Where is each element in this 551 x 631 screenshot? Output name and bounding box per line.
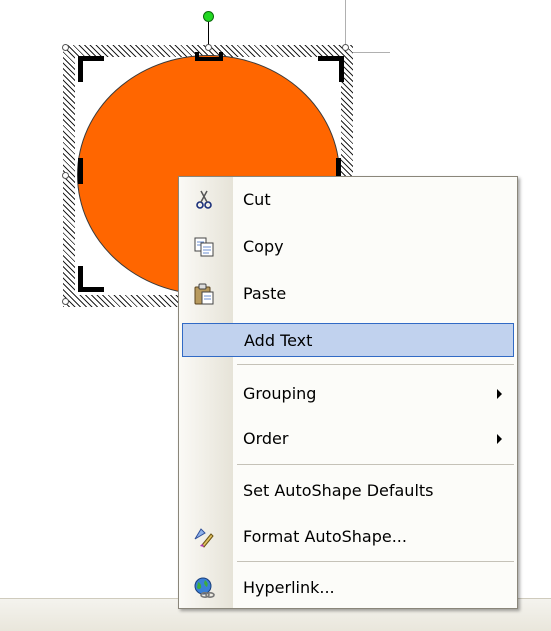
menu-item-label: Grouping [243,384,317,403]
crop-handle-left[interactable] [78,158,83,184]
menu-item-add-text[interactable]: Add Text [182,323,514,357]
menu-item-label: Set AutoShape Defaults [243,481,434,500]
menu-item-paste[interactable]: Paste [182,277,514,311]
menu-separator [237,464,514,465]
menu-item-order[interactable]: Order [182,422,514,456]
menu-item-label: Format AutoShape... [243,527,407,546]
menu-item-copy[interactable]: Copy [182,230,514,264]
crop-handle-top-right[interactable] [318,56,344,82]
hyperlink-globe-icon [192,576,216,600]
menu-item-label: Order [243,429,289,448]
menu-item-hyperlink[interactable]: Hyperlink... [182,571,514,605]
submenu-arrow-icon [497,434,502,444]
crop-handle-top-left[interactable] [78,56,104,82]
context-menu: Cut Copy Paste Add Text Grouping Order S… [178,176,518,609]
sizing-handle-bottom-left[interactable] [62,298,69,305]
sizing-handle-top-left[interactable] [62,44,69,51]
menu-item-label: Cut [243,190,271,209]
crop-handle-bottom-left[interactable] [78,266,104,292]
menu-item-set-autoshape-defaults[interactable]: Set AutoShape Defaults [182,474,514,508]
submenu-arrow-icon [497,389,502,399]
copy-icon [192,235,216,259]
menu-separator [237,364,514,365]
document-canvas: Cut Copy Paste Add Text Grouping Order S… [0,0,551,631]
sizing-handle-left[interactable] [62,172,69,179]
scissors-icon [192,188,216,212]
menu-item-grouping[interactable]: Grouping [182,377,514,411]
format-autoshape-icon [192,525,216,549]
menu-item-format-autoshape[interactable]: Format AutoShape... [182,520,514,554]
menu-item-cut[interactable]: Cut [182,183,514,217]
rotation-handle[interactable] [203,11,214,22]
menu-item-label: Add Text [244,331,313,350]
menu-item-label: Copy [243,237,284,256]
menu-separator [237,561,514,562]
menu-item-label: Paste [243,284,287,303]
menu-item-label: Hyperlink... [243,578,335,597]
paste-icon [192,282,216,306]
crop-handle-top[interactable] [195,52,223,61]
sizing-handle-top[interactable] [205,44,212,51]
sizing-handle-top-right[interactable] [342,44,349,51]
